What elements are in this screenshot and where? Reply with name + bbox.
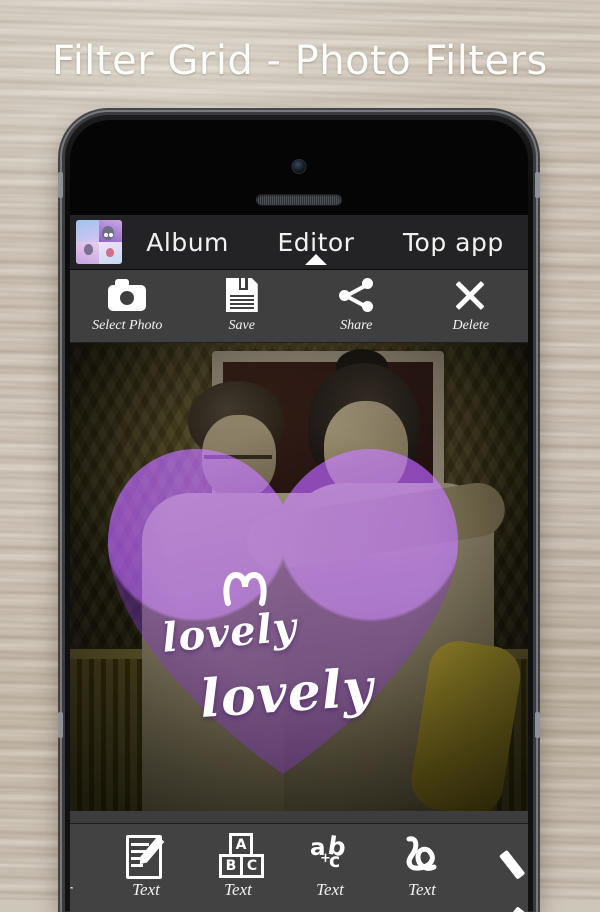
earpiece-speaker-icon: [256, 194, 342, 205]
text-tool-notepad-button[interactable]: Text: [100, 824, 192, 912]
front-camera-icon: [292, 160, 306, 173]
abc-letters-icon: a b + c: [304, 831, 356, 877]
floppy-disk-icon: [221, 276, 263, 314]
photo-canvas[interactable]: lovely lovely: [70, 343, 528, 811]
phone-device: Album Editor Top app Select Photo Save S…: [58, 112, 540, 912]
share-label: Share: [340, 318, 373, 333]
editor-toolbar: Select Photo Save Share Delete: [70, 270, 528, 343]
save-button[interactable]: Save: [185, 270, 300, 342]
text-tool-script-button[interactable]: Text: [376, 824, 468, 912]
tab-editor[interactable]: Editor: [253, 227, 379, 265]
script-swirl-icon: [396, 833, 448, 877]
delete-label: Delete: [452, 318, 490, 333]
delete-button[interactable]: Delete: [414, 270, 529, 342]
sticker-option-partial[interactable]: r: [70, 824, 100, 912]
share-nodes-icon: [335, 276, 377, 314]
phone-screen: Album Editor Top app Select Photo Save S…: [70, 215, 528, 912]
share-button[interactable]: Share: [299, 270, 414, 342]
photo-text-lovely-2[interactable]: lovely: [198, 657, 376, 730]
sticker-option-partial-label: r: [70, 880, 73, 900]
script-sticker-icon: [70, 833, 100, 877]
notepad-pencil-icon: [120, 833, 172, 879]
nav-bar: Album Editor Top app: [70, 215, 528, 270]
text-tool-letters-label: Text: [316, 880, 344, 899]
text-tool-blocks-label: Text: [224, 880, 252, 899]
tab-album-label: Album: [146, 227, 229, 257]
phone-antenna-band-left-lower: [58, 712, 63, 738]
abc-block-c: C: [240, 854, 264, 878]
tab-top-app-label: Top app: [403, 227, 504, 257]
page-title: Filter Grid - Photo Filters: [52, 38, 548, 84]
selected-tab-pointer-icon: [304, 253, 327, 265]
app-grid-icon[interactable]: [76, 220, 122, 264]
text-tool-notepad-label: Text: [132, 880, 160, 899]
camera-icon: [106, 276, 148, 314]
save-label: Save: [228, 318, 255, 333]
tab-top-app[interactable]: Top app: [379, 228, 528, 257]
phone-antenna-band-right: [535, 172, 540, 198]
next-arrow-icon: [493, 849, 527, 912]
heart-sticker-icon: [223, 571, 267, 606]
select-photo-button[interactable]: Select Photo: [70, 270, 185, 342]
tab-album[interactable]: Album: [122, 228, 253, 257]
text-tool-blocks-button[interactable]: A B C Text: [192, 824, 284, 912]
abc-blocks-icon: A B C: [212, 833, 264, 878]
phone-top-bezel: [70, 120, 528, 218]
phone-antenna-band-right-lower: [535, 712, 540, 738]
select-photo-label: Select Photo: [92, 318, 163, 333]
text-tool-script-label: Text: [408, 880, 436, 899]
next-button[interactable]: [468, 824, 528, 912]
abc-letter-c: c: [329, 850, 341, 872]
phone-antenna-band-left: [58, 172, 63, 198]
close-x-icon: [450, 276, 492, 314]
sticker-text-toolbar: r Text A B C Text: [70, 823, 528, 912]
tab-editor-label: Editor: [277, 227, 355, 257]
text-tool-letters-button[interactable]: a b + c Text: [284, 824, 376, 912]
